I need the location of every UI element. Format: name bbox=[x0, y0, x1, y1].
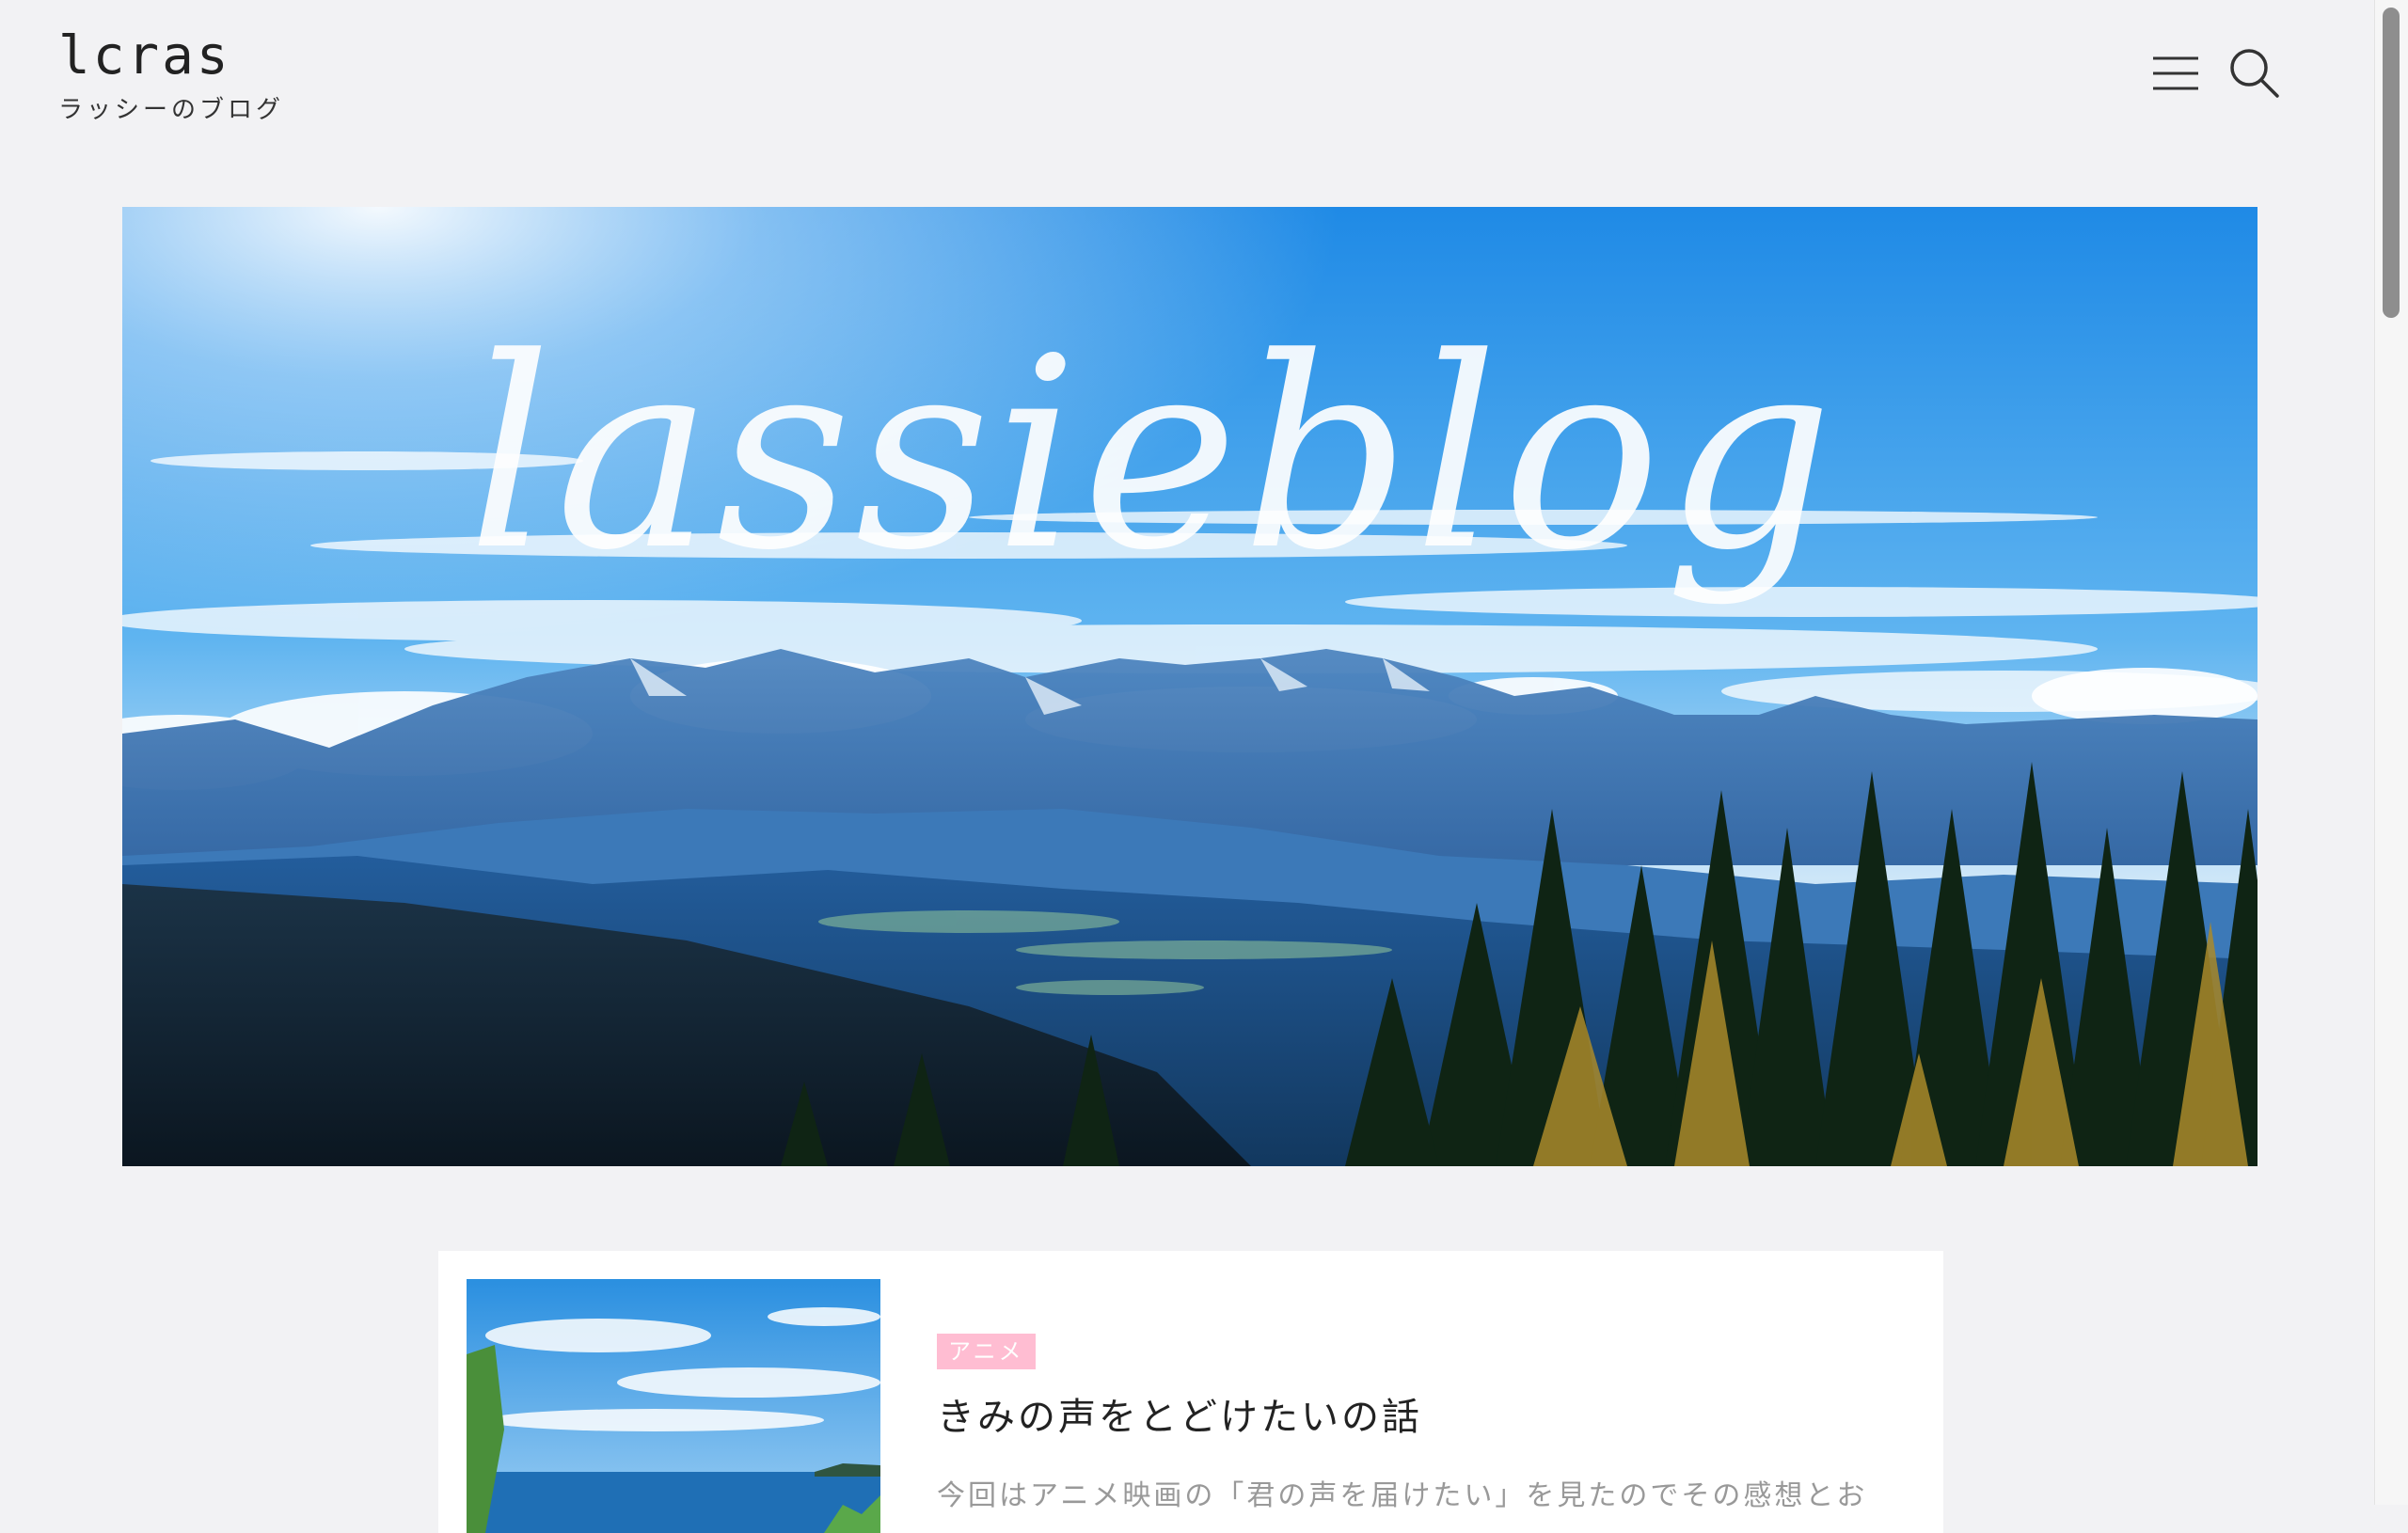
hamburger-icon bbox=[2153, 56, 2198, 90]
site-branding[interactable]: lcras ラッシーのブログ bbox=[58, 24, 284, 125]
post-title[interactable]: きみの声をとどけたいの話 bbox=[937, 1386, 1896, 1441]
hero-banner[interactable]: lassieblog bbox=[122, 207, 2258, 1166]
search-icon bbox=[2230, 49, 2279, 98]
header-actions bbox=[2149, 47, 2281, 100]
hero-title-script: lassieblog bbox=[467, 302, 1837, 608]
menu-button[interactable] bbox=[2149, 47, 2202, 100]
post-body: アニメ きみの声をとどけたいの話 今回はアニメ映画の「君の声を届けたい」を見たの… bbox=[937, 1334, 1896, 1513]
category-badge[interactable]: アニメ bbox=[937, 1334, 1036, 1369]
post-card[interactable]: アニメ きみの声をとどけたいの話 今回はアニメ映画の「君の声を届けたい」を見たの… bbox=[438, 1251, 1943, 1533]
search-button[interactable] bbox=[2228, 47, 2281, 100]
page-scrollbar[interactable] bbox=[2374, 0, 2408, 1505]
site-header: lcras ラッシーのブログ bbox=[0, 0, 2375, 169]
scrollbar-thumb[interactable] bbox=[2383, 8, 2400, 318]
site-logo[interactable]: lcras bbox=[58, 24, 284, 88]
post-thumbnail-image bbox=[467, 1279, 880, 1533]
site-tagline: ラッシーのブログ bbox=[58, 96, 285, 124]
post-excerpt: 今回はアニメ映画の「君の声を届けたい」を見たのでその感想とお bbox=[937, 1479, 1868, 1513]
post-thumbnail[interactable] bbox=[467, 1279, 880, 1533]
hero-landscape-image: lassieblog bbox=[122, 207, 2258, 1166]
